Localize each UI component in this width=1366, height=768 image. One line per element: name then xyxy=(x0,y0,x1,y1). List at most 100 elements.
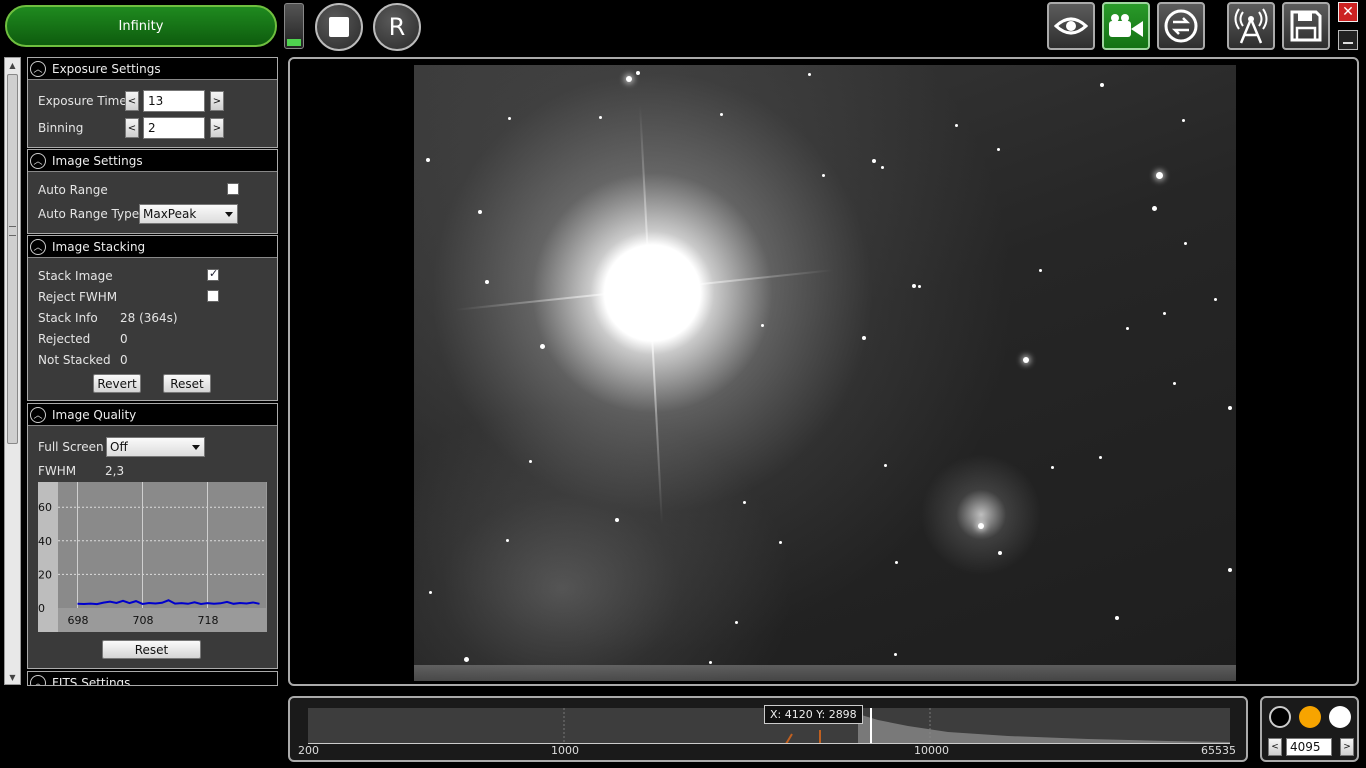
image-quality-title: Image Quality xyxy=(52,407,137,422)
stack-image-checkbox[interactable] xyxy=(207,267,219,281)
image-stacking-header[interactable]: ︿ Image Stacking xyxy=(28,236,277,258)
revert-button[interactable]: Revert xyxy=(93,374,141,393)
histogram-panel[interactable]: X: 4120 Y: 2898 200 1000 10000 65535 xyxy=(288,696,1248,762)
collapse-icon[interactable]: ︿ xyxy=(30,152,46,169)
close-icon: ✕ xyxy=(1342,4,1354,20)
rejected-value: 0 xyxy=(120,332,128,346)
not-stacked-value: 0 xyxy=(120,353,128,367)
record-button[interactable]: R xyxy=(373,3,421,51)
settings-scrollbar[interactable]: ▲ ▼ xyxy=(4,57,21,685)
range-increment-button[interactable]: > xyxy=(1340,738,1354,756)
minimize-window-button[interactable] xyxy=(1338,30,1358,50)
binning-increment-button[interactable]: > xyxy=(210,118,224,138)
image-viewer[interactable] xyxy=(288,57,1359,686)
histogram-tick: 10000 xyxy=(914,744,949,757)
white-color-button[interactable] xyxy=(1329,706,1351,728)
scroll-down-icon[interactable]: ▼ xyxy=(5,670,20,684)
exposure-increment-button[interactable]: > xyxy=(210,91,224,111)
scrollbar-thumb[interactable] xyxy=(7,74,18,444)
fits-settings-header[interactable]: ︿ FITS Settings xyxy=(28,672,277,686)
signal-level-meter xyxy=(284,3,304,49)
not-stacked-label: Not Stacked xyxy=(38,353,111,367)
mode-label: Infinity xyxy=(118,18,164,34)
eye-icon xyxy=(1054,17,1088,35)
quality-reset-button[interactable]: Reset xyxy=(102,640,201,659)
orange-color-button[interactable] xyxy=(1299,706,1321,728)
y-tick-label: 20 xyxy=(38,568,52,581)
image-stacking-title: Image Stacking xyxy=(52,239,146,254)
exposure-time-input[interactable]: 13 xyxy=(143,90,205,112)
mode-button[interactable]: Infinity xyxy=(5,5,277,47)
fwhm-chart-svg: 0 20 40 60 698 708 718 xyxy=(38,482,266,632)
binning-label: Binning xyxy=(38,121,84,135)
image-settings-header[interactable]: ︿ Image Settings xyxy=(28,150,277,172)
stack-info-value: 28 (364s) xyxy=(120,311,178,325)
astro-image[interactable] xyxy=(414,65,1236,681)
save-button[interactable] xyxy=(1282,2,1330,50)
full-screen-value: Off xyxy=(110,440,128,454)
y-tick-label: 0 xyxy=(38,602,45,615)
y-tick-label: 40 xyxy=(38,535,52,548)
x-tick-label: 708 xyxy=(133,614,154,627)
binning-input[interactable]: 2 xyxy=(143,117,205,139)
image-settings-title: Image Settings xyxy=(52,153,143,168)
full-screen-label: Full Screen xyxy=(38,440,104,454)
scroll-up-icon[interactable]: ▲ xyxy=(5,58,20,72)
stop-button[interactable] xyxy=(315,3,363,51)
collapse-icon[interactable]: ︿ xyxy=(30,238,46,255)
close-window-button[interactable]: ✕ xyxy=(1338,2,1358,22)
black-point-marker xyxy=(785,733,793,743)
floppy-disk-icon xyxy=(1290,10,1322,42)
histogram-tick: 65535 xyxy=(1201,744,1236,757)
full-screen-select[interactable]: Off xyxy=(106,437,205,457)
loop-button[interactable] xyxy=(1157,2,1205,50)
black-color-button[interactable] xyxy=(1269,706,1291,728)
exposure-settings-section: ︿ Exposure Settings Exposure Time < 13 >… xyxy=(27,57,278,148)
auto-range-label: Auto Range xyxy=(38,183,108,197)
stack-image-label: Stack Image xyxy=(38,269,113,283)
range-value-input[interactable]: 4095 xyxy=(1286,738,1332,756)
exposure-time-label: Exposure Time xyxy=(38,94,127,108)
exposure-decrement-button[interactable]: < xyxy=(125,91,139,111)
y-tick-label: 60 xyxy=(38,501,52,514)
fits-settings-section: ︿ FITS Settings xyxy=(27,671,278,686)
reject-fwhm-label: Reject FWHM xyxy=(38,290,118,304)
x-tick-label: 718 xyxy=(198,614,219,627)
stacking-reset-button[interactable]: Reset xyxy=(163,374,211,393)
auto-range-type-select[interactable]: MaxPeak xyxy=(139,204,238,224)
collapse-icon[interactable]: ︿ xyxy=(30,60,46,77)
histogram-tick: 1000 xyxy=(551,744,579,757)
image-quality-header[interactable]: ︿ Image Quality xyxy=(28,404,277,426)
image-stacking-section: ︿ Image Stacking Stack Image Reject FWHM… xyxy=(27,235,278,401)
auto-range-type-label: Auto Range Type xyxy=(38,207,140,221)
histogram-tick: 200 xyxy=(298,744,319,757)
chevron-down-icon xyxy=(192,445,200,450)
stop-icon xyxy=(329,17,349,37)
antenna-icon xyxy=(1234,8,1268,44)
record-letter: R xyxy=(388,13,406,41)
chevron-down-icon xyxy=(225,212,233,217)
auto-range-checkbox[interactable] xyxy=(227,183,239,195)
x-tick-label: 698 xyxy=(68,614,89,627)
fwhm-value: 2,3 xyxy=(105,464,125,478)
view-button[interactable] xyxy=(1047,2,1095,50)
collapse-icon[interactable]: ︿ xyxy=(30,674,46,685)
rejected-label: Rejected xyxy=(38,332,91,346)
fits-settings-title: FITS Settings xyxy=(52,675,131,686)
exposure-settings-header[interactable]: ︿ Exposure Settings xyxy=(28,58,277,80)
fwhm-chart: 0 20 40 60 698 708 718 xyxy=(38,482,267,632)
fwhm-label: FWHM xyxy=(38,464,77,478)
image-settings-section: ︿ Image Settings Auto Range Auto Range T… xyxy=(27,149,278,234)
range-decrement-button[interactable]: < xyxy=(1268,738,1282,756)
stack-info-label: Stack Info xyxy=(38,311,98,325)
reject-fwhm-checkbox[interactable] xyxy=(207,290,219,302)
image-quality-section: ︿ Image Quality Full Screen Off FWHM 2,3… xyxy=(27,403,278,669)
auto-range-type-value: MaxPeak xyxy=(143,207,197,221)
video-camera-icon xyxy=(1109,14,1143,37)
broadcast-button[interactable] xyxy=(1227,2,1275,50)
camera-button[interactable] xyxy=(1102,2,1150,50)
cycle-icon xyxy=(1164,9,1198,43)
binning-decrement-button[interactable]: < xyxy=(125,118,139,138)
collapse-icon[interactable]: ︿ xyxy=(30,406,46,423)
exposure-settings-title: Exposure Settings xyxy=(52,61,161,76)
